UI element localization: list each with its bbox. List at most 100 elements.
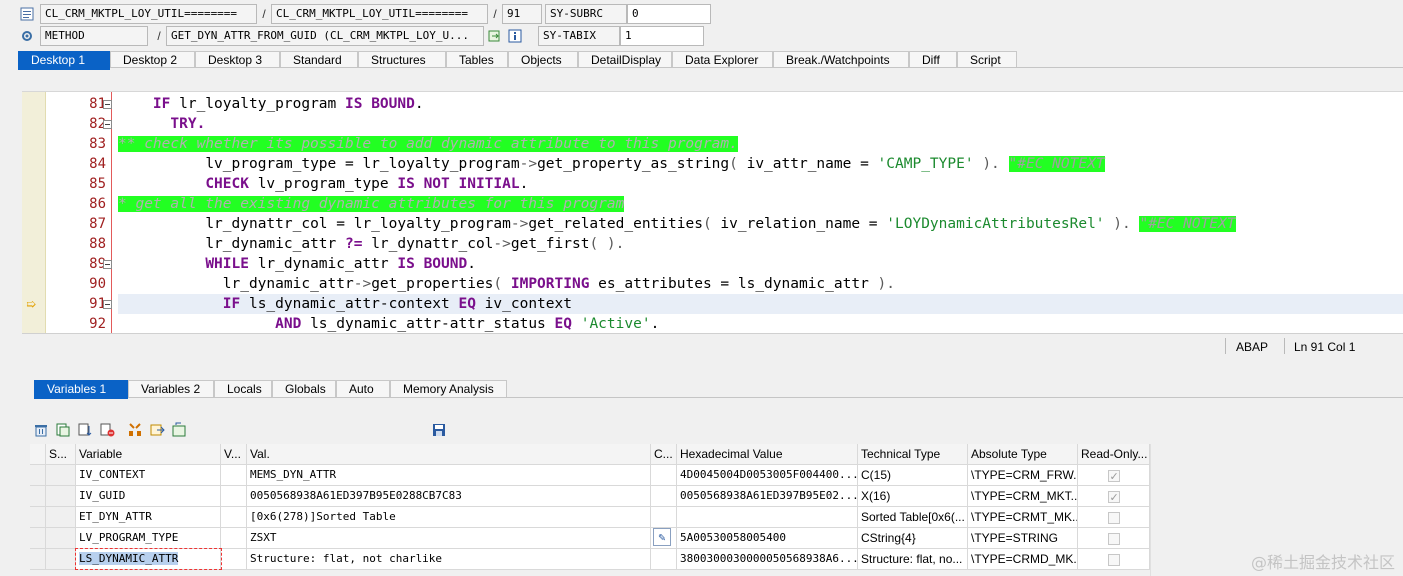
save-icon[interactable] [430,421,448,439]
sort-icon[interactable] [76,421,94,439]
status-cell [46,528,76,549]
row-selector[interactable] [30,528,46,549]
program-field[interactable]: CL_CRM_MKTPL_LOY_UTIL======== [40,4,257,24]
sy-subrc-value[interactable]: 0 [627,4,711,24]
column-header[interactable]: V... [221,444,247,465]
remove-icon[interactable] [98,421,116,439]
table-row[interactable]: IV_CONTEXT MEMS_DYN_ATTR 4D0045004D00530… [30,465,1150,486]
method-name-field[interactable]: GET_DYN_ATTR_FROM_GUID (CL_CRM_MKTPL_LOY… [166,26,484,46]
tab-auto[interactable]: Auto [336,380,390,397]
read-only-checkbox [1107,553,1120,566]
variable-cell[interactable]: LV_PROGRAM_TYPE [76,528,221,549]
code-line[interactable]: lr_dynamic_attr ?= lr_dynattr_col->get_f… [118,234,1403,254]
fold-toggle-icon[interactable] [103,300,112,309]
column-header[interactable]: Read-Only... [1078,444,1150,465]
code-line[interactable]: * get all the existing dynamic attribute… [118,194,1403,214]
code-line[interactable]: WHILE lr_dynamic_attr IS BOUND. [118,254,1403,274]
variable-cell[interactable]: IV_GUID [76,486,221,507]
row-selector-header[interactable] [30,444,46,465]
tab-diff[interactable]: Diff [909,51,957,68]
code-line[interactable]: ** check whether its possible to add dyn… [118,134,1403,154]
selected-variable-name[interactable]: LS_DYNAMIC_ATTR [79,552,179,565]
tab-tables[interactable]: Tables [446,51,508,68]
tab-script[interactable]: Script [957,51,1017,68]
navigate-icon[interactable] [486,27,504,45]
settings-icon[interactable] [170,421,188,439]
copy-icon[interactable] [54,421,72,439]
column-header[interactable]: Val. [247,444,651,465]
tab-memory-analysis[interactable]: Memory Analysis [390,380,507,397]
table-row[interactable]: LV_PROGRAM_TYPE ZSXT ✎ 5A00530058005400 … [30,528,1150,549]
column-header[interactable]: Variable [76,444,221,465]
line-number: 89 [89,256,106,272]
edit-value-icon[interactable]: ✎ [653,528,671,546]
row-selector[interactable] [30,507,46,528]
column-header[interactable]: Technical Type [858,444,968,465]
column-header[interactable]: Hexadecimal Value [677,444,858,465]
variable-cell[interactable]: LS_DYNAMIC_ATTR [76,549,221,570]
method-type-field[interactable]: METHOD [40,26,148,46]
line-number: 81 [89,96,106,112]
tab-detaildisplay[interactable]: DetailDisplay [578,51,672,68]
export-icon[interactable] [148,421,166,439]
value-cell[interactable]: MEMS_DYN_ATTR [247,465,651,486]
tab-breakpoints[interactable]: Break./Watchpoints [773,51,909,68]
v-cell [221,549,247,570]
tab-divider [18,67,1403,68]
row-selector[interactable] [30,549,46,570]
change-cell [651,486,677,507]
column-header[interactable]: Absolute Type [968,444,1078,465]
code-line-current[interactable]: IF ls_dynamic_attr-context EQ iv_context [118,294,1403,314]
info-icon[interactable] [506,27,524,45]
value-cell[interactable]: Structure: flat, not charlike [247,549,651,570]
fold-toggle-icon[interactable] [103,100,112,109]
tab-desktop-1[interactable]: Desktop 1 [18,51,110,68]
variable-tab-divider [34,397,1403,398]
code-line[interactable]: AND ls_dynamic_attr-attr_status EQ 'Acti… [118,314,1403,333]
code-line[interactable]: lv_program_type = lr_loyalty_program->ge… [118,154,1403,174]
status-position: Ln 91 Col 1 [1294,340,1356,354]
column-header[interactable]: S... [46,444,76,465]
value-cell[interactable]: [0x6(278)]Sorted Table [247,507,651,528]
tab-objects[interactable]: Objects [508,51,578,68]
tab-locals[interactable]: Locals [214,380,272,397]
line-number: 92 [89,316,106,332]
line-field[interactable]: 91 [502,4,542,24]
sy-tabix-value[interactable]: 1 [620,26,704,46]
table-row[interactable]: LS_DYNAMIC_ATTR Structure: flat, not cha… [30,549,1150,570]
fold-toggle-icon[interactable] [103,120,112,129]
value-cell[interactable]: ZSXT [247,528,651,549]
tab-desktop-3[interactable]: Desktop 3 [195,51,280,68]
table-row[interactable]: IV_GUID 0050568938A61ED397B95E0288CB7C83… [30,486,1150,507]
code-line[interactable]: lr_dynattr_col = lr_loyalty_program->get… [118,214,1403,234]
column-header[interactable]: C... [651,444,677,465]
row-selector[interactable] [30,486,46,507]
code-line[interactable]: CHECK lv_program_type IS NOT INITIAL. [118,174,1403,194]
tab-standard[interactable]: Standard [280,51,358,68]
line-number: 90 [89,276,106,292]
variable-cell[interactable]: ET_DYN_ATTR [76,507,221,528]
line-number: 87 [89,216,106,232]
fold-toggle-icon[interactable] [103,260,112,269]
row-selector[interactable] [30,465,46,486]
tab-globals[interactable]: Globals [272,380,336,397]
tab-variables-2[interactable]: Variables 2 [128,380,214,397]
status-cell [46,549,76,570]
include-field[interactable]: CL_CRM_MKTPL_LOY_UTIL======== [271,4,488,24]
code-line[interactable]: IF lr_loyalty_program IS BOUND. [118,94,1403,114]
code-editor[interactable]: 81 82 83 84 85 86 87 88 89 90 91 92 ➯ IF… [22,91,1403,333]
tab-desktop-2[interactable]: Desktop 2 [110,51,195,68]
filter-icon[interactable] [126,421,144,439]
code-line[interactable]: TRY. [118,114,1403,134]
delete-icon[interactable] [32,421,50,439]
hex-cell: 3800300030000050568938A6... [677,549,858,570]
tab-structures[interactable]: Structures [358,51,446,68]
table-row[interactable]: ET_DYN_ATTR [0x6(278)]Sorted Table Sorte… [30,507,1150,528]
absolute-type-cell: \TYPE=CRMD_MK... [968,549,1078,570]
technical-type-cell: Structure: flat, no... [858,549,968,570]
tab-variables-1[interactable]: Variables 1 [34,380,128,397]
tab-data-explorer[interactable]: Data Explorer [672,51,773,68]
variable-cell[interactable]: IV_CONTEXT [76,465,221,486]
code-line[interactable]: lr_dynamic_attr->get_properties( IMPORTI… [118,274,1403,294]
value-cell[interactable]: 0050568938A61ED397B95E0288CB7C83 [247,486,651,507]
